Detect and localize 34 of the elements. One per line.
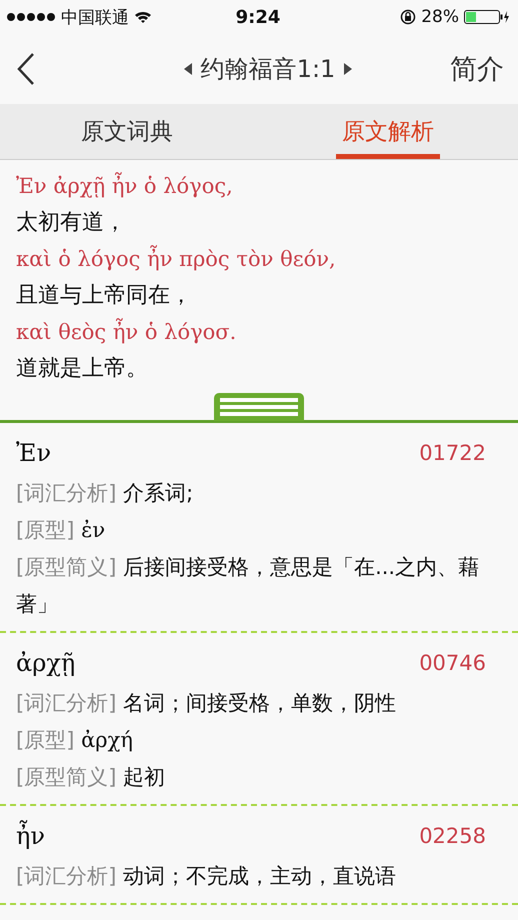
entry-field: [原型] ἐν: [16, 512, 486, 549]
chinese-verse-line: 且道与上帝同在，: [16, 282, 193, 310]
greek-verse-line: Ἐν ἀρχῇ ἦν ὁ λόγος,: [16, 171, 234, 200]
entry-field: [词汇分析] 介系词;: [16, 475, 486, 512]
greek-verse-line: καὶ ὁ λόγος ἦν πρὸς τὸν θεόν,: [16, 244, 337, 273]
entry-field: [原型] ἀρχή: [16, 722, 486, 759]
strong-number[interactable]: 02258: [419, 824, 486, 848]
rotation-lock-icon: [400, 9, 416, 25]
battery-percent: 28%: [421, 7, 459, 27]
strong-number[interactable]: 01722: [419, 441, 486, 465]
strong-number[interactable]: 00746: [419, 651, 486, 675]
back-button[interactable]: [16, 52, 36, 86]
battery-icon: [464, 10, 510, 24]
entry-field: [原型简义] 后接间接受格，意思是「在...之内、藉著」: [16, 549, 486, 623]
signal-icon: [6, 12, 56, 22]
next-icon[interactable]: [343, 63, 354, 75]
previous-icon[interactable]: [182, 63, 193, 75]
tab[interactable]: 原文解析: [336, 104, 440, 159]
drag-handle[interactable]: [214, 393, 304, 421]
entry-field: [词汇分析] 名词；间接受格，单数，阴性: [16, 685, 486, 722]
carrier-name: 中国联通: [61, 6, 129, 28]
clock-time: 9:24: [236, 6, 280, 28]
chinese-verse-line: 道就是上帝。: [16, 354, 149, 382]
greek-verse-line: καὶ θεὸς ἦν ὁ λόγοσ.: [16, 317, 238, 346]
entry-field: [词汇分析] 动词；不完成，主动，直说语: [16, 858, 486, 895]
chapter-title: 约翰福音1:1: [200, 54, 336, 85]
greek-word: Ἐν: [16, 439, 52, 467]
tab[interactable]: 原文词典: [0, 104, 254, 159]
greek-word: ἀρχῇ: [16, 649, 76, 677]
greek-word: ἦν: [16, 822, 45, 850]
entry-field: [原型简义] 起初: [16, 759, 486, 796]
wifi-icon: [134, 10, 152, 24]
chinese-verse-line: 太初有道，: [16, 208, 127, 236]
intro-button[interactable]: 简介: [450, 51, 504, 87]
